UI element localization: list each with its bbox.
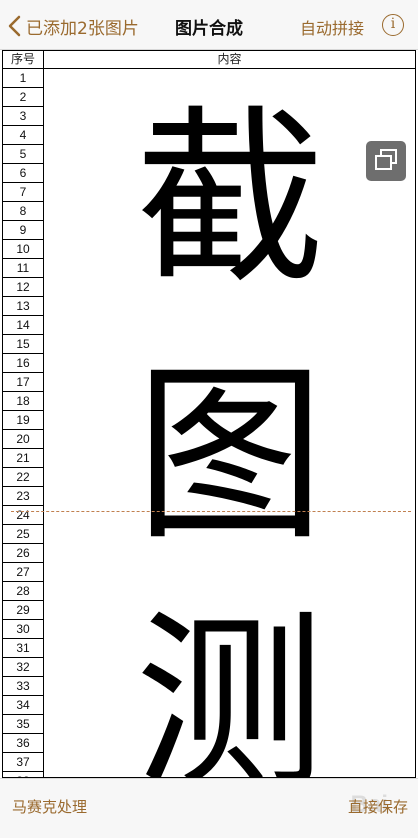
- row-number: 37: [3, 753, 44, 772]
- row-number: 17: [3, 373, 44, 392]
- mosaic-button[interactable]: 马赛克处理: [12, 796, 87, 817]
- row-number: 34: [3, 696, 44, 715]
- content-char-1: 截: [134, 89, 325, 310]
- row-number: 18: [3, 392, 44, 411]
- row-number: 25: [3, 525, 44, 544]
- row-number: 3: [3, 107, 44, 126]
- content-area: 截 图 测: [45, 69, 415, 778]
- bottom-toolbar: 马赛克处理 Bai 直接保存: [0, 778, 418, 838]
- row-number: 10: [3, 240, 44, 259]
- row-number: 30: [3, 620, 44, 639]
- row-number: 6: [3, 164, 44, 183]
- column-header-content: 内容: [217, 52, 242, 66]
- row-number: 11: [3, 259, 44, 278]
- sheet-header: 序号 内容: [3, 51, 415, 69]
- stitch-sheet: 序号 内容 1 2 3 4 5 6 7 8 9 10 11 12 13 14 15 16 17 18 19 20 21 2…: [2, 50, 416, 778]
- row-number: 31: [3, 639, 44, 658]
- row-number: 4: [3, 126, 44, 145]
- row-number: 19: [3, 411, 44, 430]
- row-number: 32: [3, 658, 44, 677]
- row-number: 22: [3, 468, 44, 487]
- row-number: 26: [3, 544, 44, 563]
- row-number: 16: [3, 354, 44, 373]
- row-number: 35: [3, 715, 44, 734]
- row-number: 21: [3, 449, 44, 468]
- stitch-seam-line[interactable]: [11, 511, 411, 512]
- navigation-bar: 已添加2张图片 图片合成 自动拼接 i: [0, 0, 418, 50]
- info-icon[interactable]: i: [382, 14, 404, 36]
- column-header-seq: 序号: [3, 51, 44, 68]
- row-number: 2: [3, 88, 44, 107]
- row-number: 33: [3, 677, 44, 696]
- content-char-2: 图: [134, 345, 325, 566]
- row-number: 14: [3, 316, 44, 335]
- row-number: 1: [3, 69, 44, 88]
- row-number: 13: [3, 297, 44, 316]
- row-number: 28: [3, 582, 44, 601]
- content-char-3: 测: [134, 593, 325, 778]
- row-number: 5: [3, 145, 44, 164]
- row-number: 24: [3, 506, 44, 525]
- row-number: 20: [3, 430, 44, 449]
- row-number: 15: [3, 335, 44, 354]
- save-button[interactable]: 直接保存: [348, 796, 408, 817]
- row-number: 36: [3, 734, 44, 753]
- copy-icon[interactable]: [366, 141, 406, 181]
- row-number: 7: [3, 183, 44, 202]
- row-number: 29: [3, 601, 44, 620]
- row-number-column: 1 2 3 4 5 6 7 8 9 10 11 12 13 14 15 16 17 18 19 20 21 22 23 24 2…: [3, 69, 44, 777]
- row-number: 27: [3, 563, 44, 582]
- row-number: 12: [3, 278, 44, 297]
- row-number: 23: [3, 487, 44, 506]
- row-number: 8: [3, 202, 44, 221]
- row-number: 9: [3, 221, 44, 240]
- auto-stitch-button[interactable]: 自动拼接: [300, 15, 364, 39]
